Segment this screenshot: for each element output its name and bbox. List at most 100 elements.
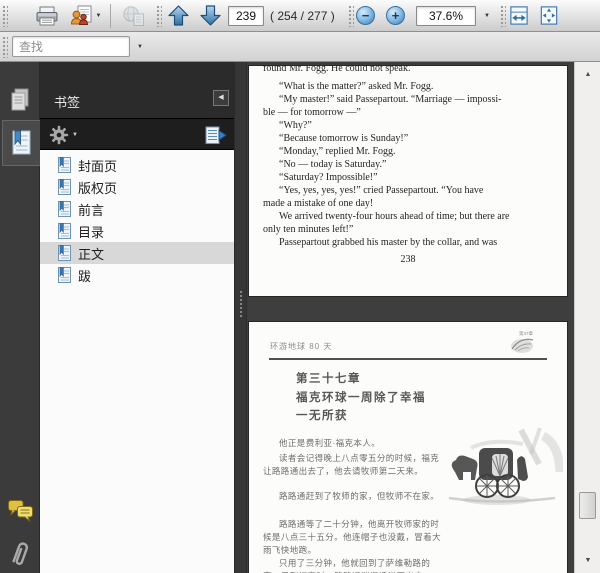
share-review-button[interactable]: ▼: [64, 2, 106, 29]
text-line: 让路路通出去了，他去请牧师第二天来。: [263, 466, 424, 476]
chapter-title-line: 一无所获: [296, 410, 348, 422]
text-line: “Yes, yes, yes, yes!” cried Passepartout…: [279, 185, 484, 196]
bookmark-item[interactable]: 前言: [40, 198, 234, 220]
bookmark-label: 跋: [78, 268, 92, 284]
toolbar-grip[interactable]: [2, 36, 8, 58]
page-number-input[interactable]: [228, 6, 264, 26]
navigation-strip: [0, 62, 40, 573]
text-line: “What is the matter?” asked Mr. Fogg.: [279, 81, 434, 92]
text-line: 雨飞快地跑。: [263, 545, 317, 555]
bookmark-page-icon: [58, 245, 71, 261]
chapter-title-line: 福克环球一周除了幸福: [296, 392, 426, 404]
find-input[interactable]: [12, 36, 130, 57]
scroll-down-button[interactable]: ▼: [575, 552, 600, 568]
zoom-dropdown-button[interactable]: ▼: [480, 6, 494, 26]
find-dropdown-button[interactable]: ▼: [133, 37, 147, 57]
collapse-panel-button[interactable]: ◀: [213, 90, 229, 106]
document-viewport[interactable]: found Mr. Fogg. He could not speak. “Wha…: [247, 62, 600, 573]
page-thumbnails-button[interactable]: [3, 80, 37, 120]
chapter-title-line: 第三十七章: [296, 373, 361, 385]
bookmark-item[interactable]: 跋: [40, 264, 234, 286]
text-line: “Saturday? Impossible!”: [279, 172, 378, 183]
carriage-illustration: [448, 427, 563, 505]
bookmark-label: 封面页: [78, 158, 118, 174]
page-count-label: ( 254 / 277 ): [270, 9, 335, 23]
comments-panel-button[interactable]: [3, 490, 37, 530]
header-rule: [269, 358, 547, 360]
text-line: “Monday,” replied Mr. Fogg.: [279, 146, 396, 157]
text-line: found Mr. Fogg. He could not speak.: [263, 66, 411, 74]
print-button[interactable]: [32, 2, 62, 29]
share-people-document-icon: [70, 5, 92, 25]
bookmark-page-icon: [58, 223, 71, 239]
text-line: only ten minutes left!”: [263, 224, 354, 235]
text-line: 候是八点三十五分。他连帽子也没戴，冒着大: [263, 532, 442, 542]
bookmark-item[interactable]: 版权页: [40, 176, 234, 198]
share-dropdown-icon: ▼: [95, 12, 102, 19]
bookmark-page-icon: [58, 267, 71, 283]
bookmarks-options-bar: ▼: [40, 118, 234, 150]
main-area: 书签 ◀ ▼ 封面页 版权页 前言 目录 正文 跋 found Mr. Fogg…: [0, 62, 600, 573]
scroll-up-button[interactable]: ▲: [575, 66, 600, 82]
zoom-in-button[interactable]: +: [386, 6, 405, 25]
bookmark-label: 前言: [78, 202, 105, 218]
book-page-chapter37: 环游地球 80 天 第37章 第三十七章 福克环球一周除了幸福 一无所获 他正是…: [249, 322, 567, 573]
text-line: “No — today is Saturday.”: [279, 159, 387, 170]
bookmarks-panel-header: 书签 ◀: [40, 62, 234, 118]
zoom-out-button[interactable]: −: [356, 6, 375, 25]
bookmark-arrow-icon: [205, 126, 227, 144]
toolbar-grip[interactable]: [348, 5, 354, 27]
text-line: We arrived twenty-four hours ahead of ti…: [279, 211, 510, 222]
next-page-button[interactable]: [195, 2, 225, 29]
text-line: 路路通等了二十分钟，他离开牧师家的时: [279, 519, 440, 529]
text-line: 读者会记得晚上八点零五分的时候，福克: [279, 453, 440, 463]
attachments-panel-button[interactable]: [3, 534, 37, 573]
bookmark-label: 目录: [78, 224, 105, 240]
toolbar-grip[interactable]: [156, 5, 162, 27]
bookmarks-panel: 书签 ◀ ▼ 封面页 版权页 前言 目录 正文 跋: [40, 62, 234, 573]
fit-page-button[interactable]: [536, 2, 562, 29]
previous-page-button[interactable]: [163, 2, 193, 29]
bookmark-page-icon: [58, 179, 71, 195]
splitter-grip-icon: [239, 290, 243, 318]
running-header: 环游地球 80 天: [270, 342, 333, 351]
scrollbar-thumb[interactable]: [579, 492, 596, 519]
toolbar-grip[interactable]: [2, 5, 8, 27]
pages-icon: [11, 88, 29, 111]
vertical-scrollbar[interactable]: ▲ ▼: [574, 62, 600, 573]
zoom-level-input[interactable]: [416, 6, 476, 26]
go-to-bookmark-button[interactable]: [204, 123, 228, 147]
fit-width-icon: [510, 6, 528, 25]
book-page-238: found Mr. Fogg. He could not speak. “Wha…: [249, 66, 567, 296]
bookmark-item[interactable]: 目录: [40, 220, 234, 242]
bookmark-item[interactable]: 封面页: [40, 154, 234, 176]
text-line: “Because tomorrow is Sunday!”: [279, 133, 409, 144]
text-line: 他正是费利亚·福克本人。: [279, 438, 381, 448]
bookmark-list: 封面页 版权页 前言 目录 正文 跋: [40, 150, 234, 573]
printer-icon: [36, 6, 58, 25]
send-online-button: [116, 2, 152, 29]
text-line: ble — for tomorrow —”: [263, 107, 361, 118]
bookmark-options-button[interactable]: ▼: [49, 123, 78, 147]
text-line: 只用了三分钟，他就回到了萨维勒路的: [279, 558, 431, 568]
panel-splitter[interactable]: [234, 62, 247, 573]
panel-title: 书签: [54, 95, 81, 110]
paperclip-icon: [12, 542, 29, 566]
main-toolbar: ▼ ( 254 / 277 ): [0, 0, 600, 32]
bookmark-item-selected[interactable]: 正文: [40, 242, 234, 264]
down-arrow-icon: [199, 5, 221, 26]
fit-width-button[interactable]: [506, 2, 532, 29]
up-arrow-icon: [167, 5, 189, 26]
toolbar-separator: [110, 4, 111, 28]
text-line: Passepartout grabbed his master by the c…: [279, 237, 498, 248]
text-line: 路路通赶到了牧师的家，但牧师不在家。: [279, 491, 440, 501]
text-line: “Why?”: [279, 120, 312, 131]
gear-icon: [49, 125, 69, 145]
bookmarks-panel-button[interactable]: [2, 120, 40, 166]
find-toolbar: ▼: [0, 32, 600, 62]
text-line: “My master!” said Passepartout. “Marriag…: [279, 94, 502, 105]
fit-page-icon: [540, 6, 558, 25]
bookmark-label: 版权页: [78, 180, 118, 196]
bookmark-page-icon: [58, 201, 71, 217]
chapter-ornament-icon: 第37章: [511, 330, 534, 353]
